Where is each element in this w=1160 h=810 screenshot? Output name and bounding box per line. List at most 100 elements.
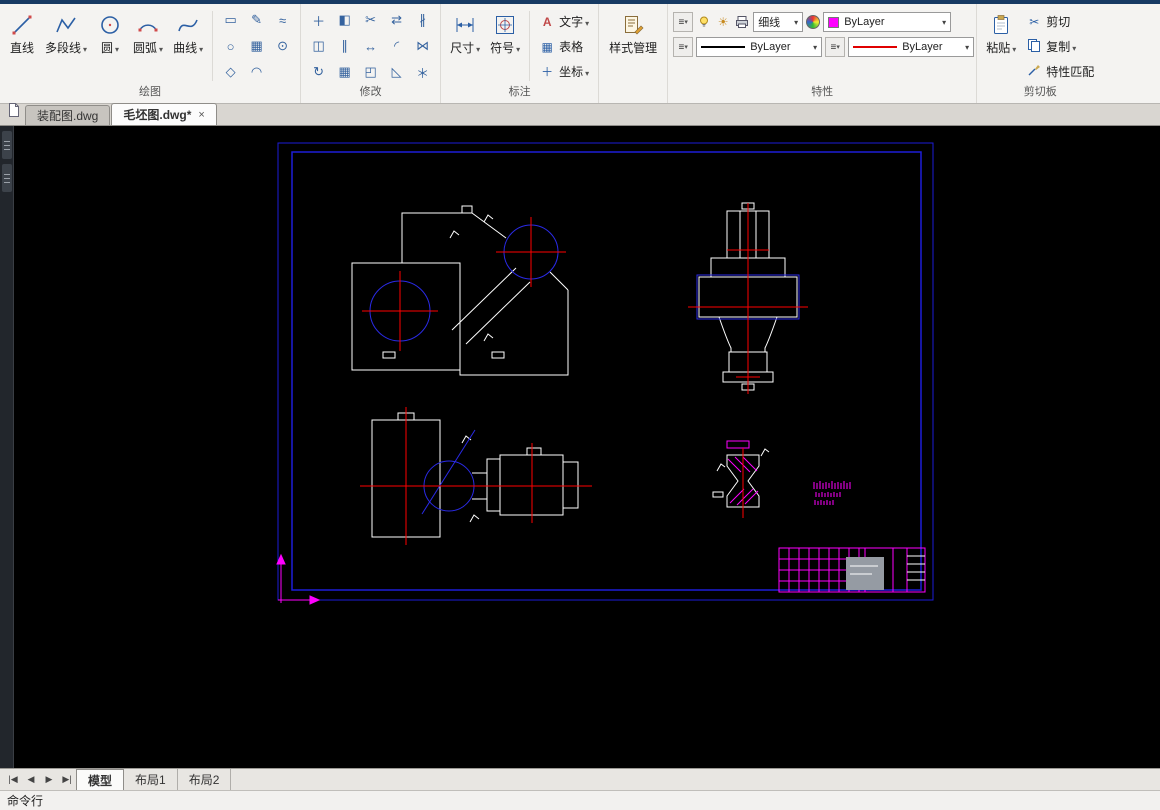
dimension-button[interactable]: 尺寸 xyxy=(446,7,484,81)
table-icon: ▦ xyxy=(541,39,553,54)
cut-icon: ✂ xyxy=(1029,14,1040,29)
tab-layout1[interactable]: 布局1 xyxy=(124,769,178,790)
first-tab-icon[interactable]: |◀ xyxy=(4,769,22,790)
copy-button[interactable]: 复制 xyxy=(1022,34,1098,59)
circle-button[interactable]: 圆 xyxy=(93,7,127,81)
rectangle-icon[interactable]: ▭ xyxy=(218,7,243,33)
dimstyle-select[interactable]: ByLayer xyxy=(848,37,975,57)
draw-icon-grid: ▭ ○ ◇ ✎ ▦ ◠ ≈ ⊙ xyxy=(218,7,295,85)
offset-icon[interactable]: ∥ xyxy=(332,33,357,59)
linetype-menu-icon[interactable]: ≡ xyxy=(673,37,694,57)
polygon-icon[interactable]: ◇ xyxy=(218,59,243,85)
linetype-value: ByLayer xyxy=(750,41,791,53)
line-button[interactable]: 直线 xyxy=(5,7,39,81)
symbol-label: 符号 xyxy=(490,39,520,56)
explode-icon[interactable]: ＊ xyxy=(410,59,435,85)
lineweight-select[interactable]: 细线 xyxy=(753,12,804,32)
chamfer-icon[interactable]: ◺ xyxy=(384,59,409,85)
view-section-detail xyxy=(712,440,770,518)
daylight-icon[interactable]: ☀ xyxy=(715,14,731,30)
current-color-swatch xyxy=(828,16,840,28)
layer-on-icon[interactable] xyxy=(696,14,712,30)
copy-icon[interactable]: ◫ xyxy=(306,33,331,59)
modify-icon-grid: ＋ ◫ ↻ ◧ ∥ ▦ ✂ ↔ ◰ ⇄ ◜ ◺ ∦ ⋈ ＊ xyxy=(306,7,435,85)
tab-layout2[interactable]: 布局2 xyxy=(178,769,232,790)
view-top-right xyxy=(688,202,808,394)
next-tab-icon[interactable]: ▶ xyxy=(40,769,58,790)
mirror-icon[interactable]: ◧ xyxy=(332,7,357,33)
last-tab-icon[interactable]: ▶| xyxy=(58,769,76,790)
extend-icon[interactable]: ↔ xyxy=(358,33,383,59)
paste-icon xyxy=(988,12,1014,38)
arc-button[interactable]: 圆弧 xyxy=(129,7,167,81)
command-line[interactable]: 命令行 xyxy=(0,790,1160,810)
panel-separator xyxy=(529,10,531,81)
trim-icon[interactable]: ✂ xyxy=(358,7,383,33)
layout-tab-bar: |◀ ◀ ▶ ▶| 模型 布局1 布局2 xyxy=(0,768,1160,790)
model-space xyxy=(276,142,934,605)
library-tab-icon[interactable] xyxy=(1,164,12,192)
dimstyle-menu-icon[interactable]: ≡ xyxy=(825,37,846,57)
layer-menu-icon[interactable]: ≡ xyxy=(673,12,694,32)
point-icon[interactable]: ⊙ xyxy=(270,33,295,59)
arc-small-icon[interactable]: ◠ xyxy=(244,59,269,85)
polyline-button[interactable]: 多段线 xyxy=(41,7,91,81)
properties-panel-label: 特性 xyxy=(811,86,834,98)
plot-style-icon[interactable] xyxy=(734,14,750,30)
spline-icon xyxy=(175,12,201,38)
dimension-label: 尺寸 xyxy=(450,39,480,56)
stretch-icon[interactable]: ⇄ xyxy=(384,7,409,33)
match-properties-icon xyxy=(1026,63,1042,80)
table-label: 表格 xyxy=(559,40,584,54)
palette-tab-icon[interactable] xyxy=(1,131,12,159)
modify-panel: ＋ ◫ ↻ ◧ ∥ ▦ ✂ ↔ ◰ ⇄ ◜ ◺ ∦ ⋈ ＊ 修改 xyxy=(301,4,442,103)
sketch-icon[interactable]: ✎ xyxy=(244,7,269,33)
symbol-button[interactable]: 符号 xyxy=(486,7,524,81)
dimension-icon xyxy=(452,12,478,38)
ribbon: 直线 多段线 圆 圆弧 xyxy=(0,4,1160,104)
fillet-icon[interactable]: ◜ xyxy=(384,33,409,59)
side-toolbar xyxy=(0,126,14,768)
tab-model[interactable]: 模型 xyxy=(76,769,125,790)
rotate-icon[interactable]: ↻ xyxy=(306,59,331,85)
panel-separator xyxy=(212,10,214,81)
move-icon[interactable]: ＋ xyxy=(306,7,331,33)
wave-icon[interactable]: ≈ xyxy=(270,7,295,33)
color-value: ByLayer xyxy=(844,16,885,28)
table-button[interactable]: ▦ 表格 xyxy=(535,34,593,59)
drawing-canvas[interactable] xyxy=(14,126,1160,768)
join-icon[interactable]: ⋈ xyxy=(410,33,435,59)
close-tab-icon[interactable]: × xyxy=(198,109,204,121)
prev-tab-icon[interactable]: ◀ xyxy=(22,769,40,790)
dimstyle-value: ByLayer xyxy=(902,41,943,53)
match-properties-button[interactable]: 特性匹配 xyxy=(1022,59,1098,84)
circle-icon xyxy=(97,12,123,38)
ucs-icon xyxy=(276,553,321,605)
coordinate-button[interactable]: ＋ 坐标 xyxy=(535,59,593,84)
doc-tab-assembly[interactable]: 装配图.dwg xyxy=(25,105,111,125)
cut-label: 剪切 xyxy=(1046,15,1071,29)
technical-notes-text xyxy=(813,481,851,505)
spline-button[interactable]: 曲线 xyxy=(169,7,207,81)
text-button[interactable]: A 文字 xyxy=(535,9,593,34)
copy-label: 复制 xyxy=(1046,38,1076,55)
linetype-select[interactable]: ByLayer xyxy=(696,37,823,57)
color-wheel-icon[interactable] xyxy=(806,15,821,29)
hatch-icon[interactable]: ▦ xyxy=(244,33,269,59)
text-label: 文字 xyxy=(559,13,589,30)
drawing-frame xyxy=(277,142,934,601)
workspace xyxy=(0,126,1160,768)
doc-tab-blank-drawing[interactable]: 毛坯图.dwg* × xyxy=(111,103,217,125)
cut-button[interactable]: ✂ 剪切 xyxy=(1022,9,1098,34)
ellipse-icon[interactable]: ○ xyxy=(218,33,243,59)
paste-button[interactable]: 粘贴 xyxy=(982,7,1020,81)
style-manager-button[interactable]: 样式管理 xyxy=(604,7,662,81)
break-icon[interactable]: ∦ xyxy=(410,7,435,33)
array-icon[interactable]: ▦ xyxy=(332,59,357,85)
coordinate-icon: ＋ xyxy=(541,65,554,79)
properties-panel: ≡ ☀ 细线 ByLayer ≡ xyxy=(668,4,978,103)
color-select[interactable]: ByLayer xyxy=(823,12,952,32)
scale-icon[interactable]: ◰ xyxy=(358,59,383,85)
arc-label: 圆弧 xyxy=(133,39,163,56)
doc-tab-label: 装配图.dwg xyxy=(37,109,99,123)
